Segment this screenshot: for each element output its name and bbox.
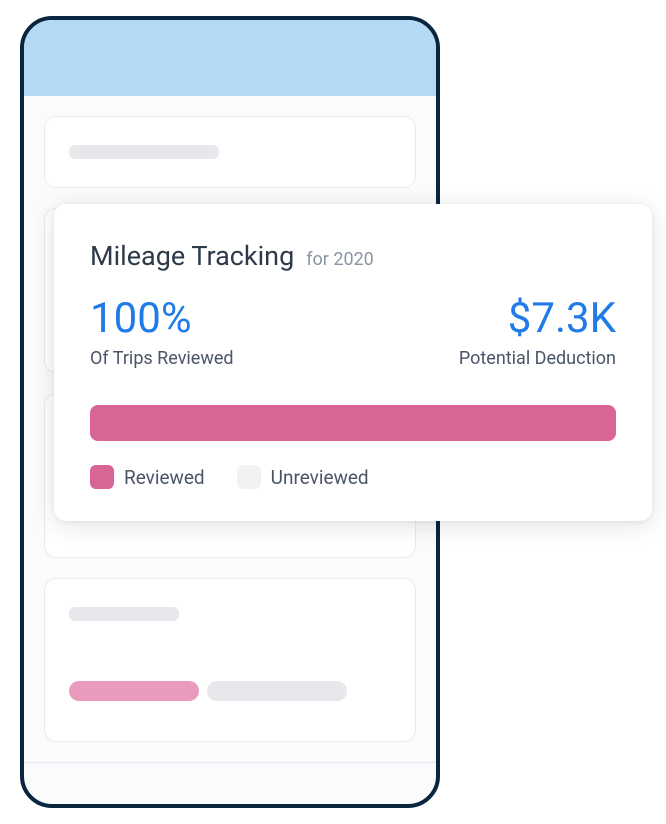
mileage-tracking-card: Mileage Tracking for 2020 100% Of Trips … <box>54 204 652 521</box>
phone-header <box>24 20 436 96</box>
card-title: Mileage Tracking <box>90 240 294 272</box>
card-header: Mileage Tracking for 2020 <box>90 240 616 272</box>
legend-swatch-icon <box>237 465 261 489</box>
skeleton-card <box>44 578 416 742</box>
progress-bar <box>90 405 616 441</box>
divider <box>24 762 436 763</box>
legend-swatch-icon <box>90 465 114 489</box>
skeleton-placeholder <box>69 145 219 159</box>
skeleton-placeholder <box>69 607 179 621</box>
skeleton-card <box>44 116 416 188</box>
skeleton-progress-row <box>69 681 391 701</box>
legend-label: Unreviewed <box>271 466 369 489</box>
stat-label: Potential Deduction <box>459 348 616 369</box>
legend-item-reviewed: Reviewed <box>90 465 205 489</box>
skeleton-bar-empty <box>207 681 347 701</box>
stat-trips-reviewed: 100% Of Trips Reviewed <box>90 296 234 369</box>
card-subtitle: for 2020 <box>306 249 374 270</box>
legend-label: Reviewed <box>124 466 205 489</box>
stats-row: 100% Of Trips Reviewed $7.3K Potential D… <box>90 296 616 369</box>
stat-label: Of Trips Reviewed <box>90 348 234 369</box>
stat-value: $7.3K <box>508 296 616 342</box>
stat-value: 100% <box>90 296 234 342</box>
legend: Reviewed Unreviewed <box>90 465 616 489</box>
stat-potential-deduction: $7.3K Potential Deduction <box>459 296 616 369</box>
skeleton-bar-filled <box>69 681 199 701</box>
legend-item-unreviewed: Unreviewed <box>237 465 369 489</box>
